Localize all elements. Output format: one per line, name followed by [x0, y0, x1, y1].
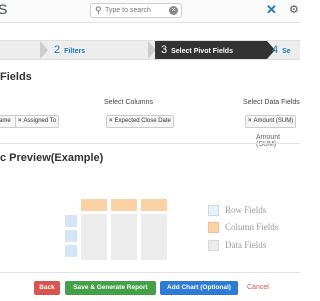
action-footer: Back Save & Generate Report Add Chart (O…	[0, 272, 300, 301]
data-field-chip[interactable]: × Amount (SUM)	[245, 115, 297, 128]
row-field-cell	[64, 229, 78, 243]
step-4[interactable]: 4 Se	[272, 41, 320, 59]
column-fields-legend: Column Fields	[225, 222, 279, 232]
row-fields-swatch	[208, 205, 219, 216]
column-field-cell	[110, 198, 138, 212]
back-button[interactable]: Back	[34, 281, 60, 295]
column-fields-swatch	[208, 222, 219, 233]
data-field-cell	[140, 213, 168, 261]
step-label: Se	[282, 48, 291, 55]
wizard-steps: 2 Filters 3 Select Pivot Fields 4 Se	[0, 40, 300, 60]
select-data-fields-label: Select Data Fields	[243, 99, 300, 106]
data-field-cell	[80, 213, 108, 261]
search-icon: ⚲	[95, 5, 102, 15]
row-fields-legend: Row Fields	[225, 205, 267, 215]
add-chart-button[interactable]: Add Chart (Optional)	[160, 281, 238, 295]
select-columns-label: Select Columns	[104, 99, 154, 106]
preview-title: c Preview(Example)	[0, 152, 104, 164]
clear-search-icon[interactable]: ×	[169, 6, 178, 15]
step-filters[interactable]: 2 Filters	[54, 41, 149, 59]
step-label: Filters	[64, 48, 86, 55]
cancel-link[interactable]: Cancel	[247, 281, 269, 295]
step-number: 2	[54, 44, 61, 56]
row-field-cell	[64, 214, 78, 228]
app-logo: S	[0, 1, 8, 17]
step-divider	[40, 41, 48, 59]
chip-label: ame	[0, 118, 11, 124]
step-select-pivot-fields[interactable]: 3 Select Pivot Fields	[155, 41, 267, 59]
step-number: 4	[272, 44, 279, 56]
settings-gear-icon[interactable]: ⚙	[289, 3, 299, 17]
top-bar: S ⚲ × ✕ ⚙	[0, 0, 300, 23]
data-field-summary: Amount (SUM)	[256, 134, 281, 148]
step-1[interactable]	[0, 41, 40, 59]
chip-label: Assigned To	[23, 118, 57, 124]
row-field-cell	[64, 244, 78, 258]
search-input[interactable]	[105, 4, 165, 17]
save-generate-report-button[interactable]: Save & Generate Report	[65, 281, 156, 295]
fields-section-title: Fields	[0, 71, 32, 83]
chip-label: Expected Close Date	[114, 118, 171, 124]
chip-label: Amount (SUM)	[253, 118, 294, 124]
data-fields-swatch	[208, 240, 219, 251]
column-field-chip[interactable]: × Expected Close Date	[106, 115, 174, 128]
step-number: 3	[161, 44, 168, 56]
data-field-cell	[110, 213, 138, 261]
remove-chip-icon[interactable]: ×	[248, 118, 252, 124]
column-field-cell	[140, 198, 168, 212]
app-switcher-icon[interactable]: ✕	[266, 3, 277, 17]
search-box[interactable]: ⚲ ×	[90, 3, 182, 18]
remove-chip-icon[interactable]: ×	[109, 118, 113, 124]
row-field-chip[interactable]: × Assigned To	[15, 115, 60, 128]
remove-chip-icon[interactable]: ×	[18, 118, 22, 124]
divider	[0, 143, 300, 144]
column-field-cell	[80, 198, 108, 212]
data-fields-legend: Data Fields	[225, 240, 267, 250]
step-label: Select Pivot Fields	[171, 48, 233, 55]
